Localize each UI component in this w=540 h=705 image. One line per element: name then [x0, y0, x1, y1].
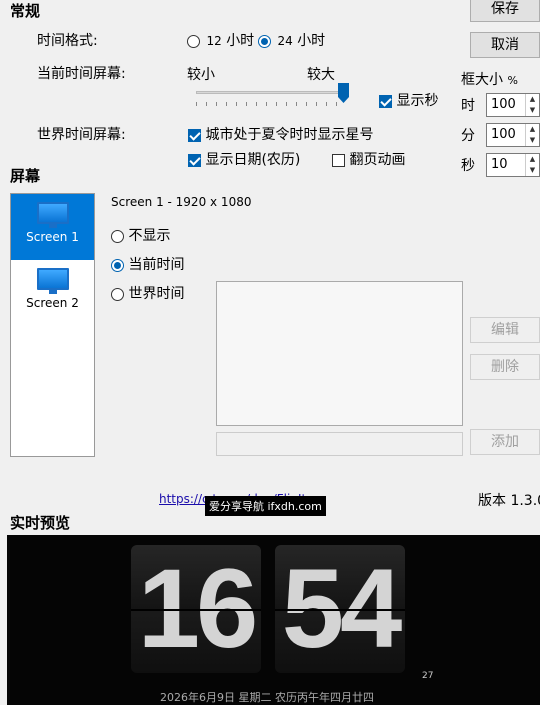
flip-animation-option[interactable]: 翻页动画 [332, 149, 405, 169]
flip-animation-checkbox[interactable] [332, 153, 345, 167]
format-24-radio[interactable] [258, 34, 271, 48]
second-size-label: 秒 [461, 158, 475, 174]
dst-star-checkbox[interactable] [188, 128, 201, 142]
option-none[interactable]: 不显示 [111, 225, 170, 245]
live-preview: 16 54 27 2026年6月9日 星期二 农历丙午年四月廿四 [7, 535, 540, 705]
show-seconds-checkbox[interactable] [379, 94, 392, 108]
save-button[interactable]: 保存 [470, 0, 540, 22]
edit-button[interactable]: 编辑 [470, 317, 540, 343]
spinner-arrows-icon[interactable]: ▲ ▼ [525, 94, 539, 116]
size-large-label: 较大 [307, 67, 335, 83]
add-button[interactable]: 添加 [470, 429, 540, 455]
monitor-icon [36, 268, 69, 294]
preview-section-title: 实时预览 [10, 514, 71, 532]
spinner-arrows-icon[interactable]: ▲ ▼ [525, 124, 539, 146]
current-time-screen-label: 当前时间屏幕: [37, 66, 126, 82]
hours-card: 16 [131, 545, 261, 673]
time-format-label: 时间格式: [37, 33, 98, 49]
world-city-list[interactable] [216, 281, 463, 426]
second-size-spinner[interactable]: 10 ▲ ▼ [486, 153, 540, 177]
seconds-display: 27 [422, 671, 434, 681]
world-city-input[interactable] [216, 432, 463, 456]
option-none-radio[interactable] [111, 229, 124, 243]
hour-size-label: 时 [461, 98, 475, 114]
format-12-option[interactable]: 12 小时 [187, 30, 254, 50]
format-24-option[interactable]: 24 小时 [258, 30, 325, 50]
cancel-button[interactable]: 取消 [470, 32, 540, 58]
delete-button[interactable]: 删除 [470, 354, 540, 380]
screen-list[interactable]: Screen 1 Screen 2 [10, 193, 95, 457]
show-date-option[interactable]: 显示日期(农历) [188, 149, 300, 169]
selected-screen-info: Screen 1 - 1920 x 1080 [111, 195, 252, 209]
show-date-checkbox[interactable] [188, 153, 201, 167]
size-small-label: 较小 [187, 67, 215, 83]
world-time-screen-label: 世界时间屏幕: [37, 127, 126, 143]
spinner-arrows-icon[interactable]: ▲ ▼ [525, 154, 539, 176]
frame-size-title: 框大小 % [461, 72, 518, 88]
size-slider-track[interactable] [196, 91, 346, 94]
option-world-radio[interactable] [111, 287, 124, 301]
size-slider-ticks [196, 102, 346, 106]
format-12-radio[interactable] [187, 34, 200, 48]
option-current-radio[interactable] [111, 258, 124, 272]
option-world-time[interactable]: 世界时间 [111, 283, 184, 303]
flip-seam [131, 609, 261, 611]
hour-size-spinner[interactable]: 100 ▲ ▼ [486, 93, 540, 117]
watermark-label: 爱分享导航 ifxdh.com [205, 496, 326, 516]
monitor-icon [36, 202, 69, 228]
minute-size-label: 分 [461, 128, 475, 144]
version-label: 版本 1.3.0 [478, 493, 540, 509]
general-section-title: 常规 [10, 2, 41, 20]
screens-section-title: 屏幕 [10, 167, 41, 185]
screen-item-2[interactable]: Screen 2 [11, 260, 94, 326]
minute-size-spinner[interactable]: 100 ▲ ▼ [486, 123, 540, 147]
minutes-card: 54 [275, 545, 405, 673]
date-line: 2026年6月9日 星期二 农历丙午年四月廿四 [160, 691, 374, 704]
dst-star-option[interactable]: 城市处于夏令时时显示星号 [188, 124, 373, 144]
show-seconds-option[interactable]: 显示秒 [379, 90, 438, 110]
flip-seam [275, 609, 405, 611]
size-slider-thumb[interactable] [338, 83, 349, 103]
option-current-time[interactable]: 当前时间 [111, 254, 184, 274]
screen-item-1[interactable]: Screen 1 [11, 194, 94, 260]
